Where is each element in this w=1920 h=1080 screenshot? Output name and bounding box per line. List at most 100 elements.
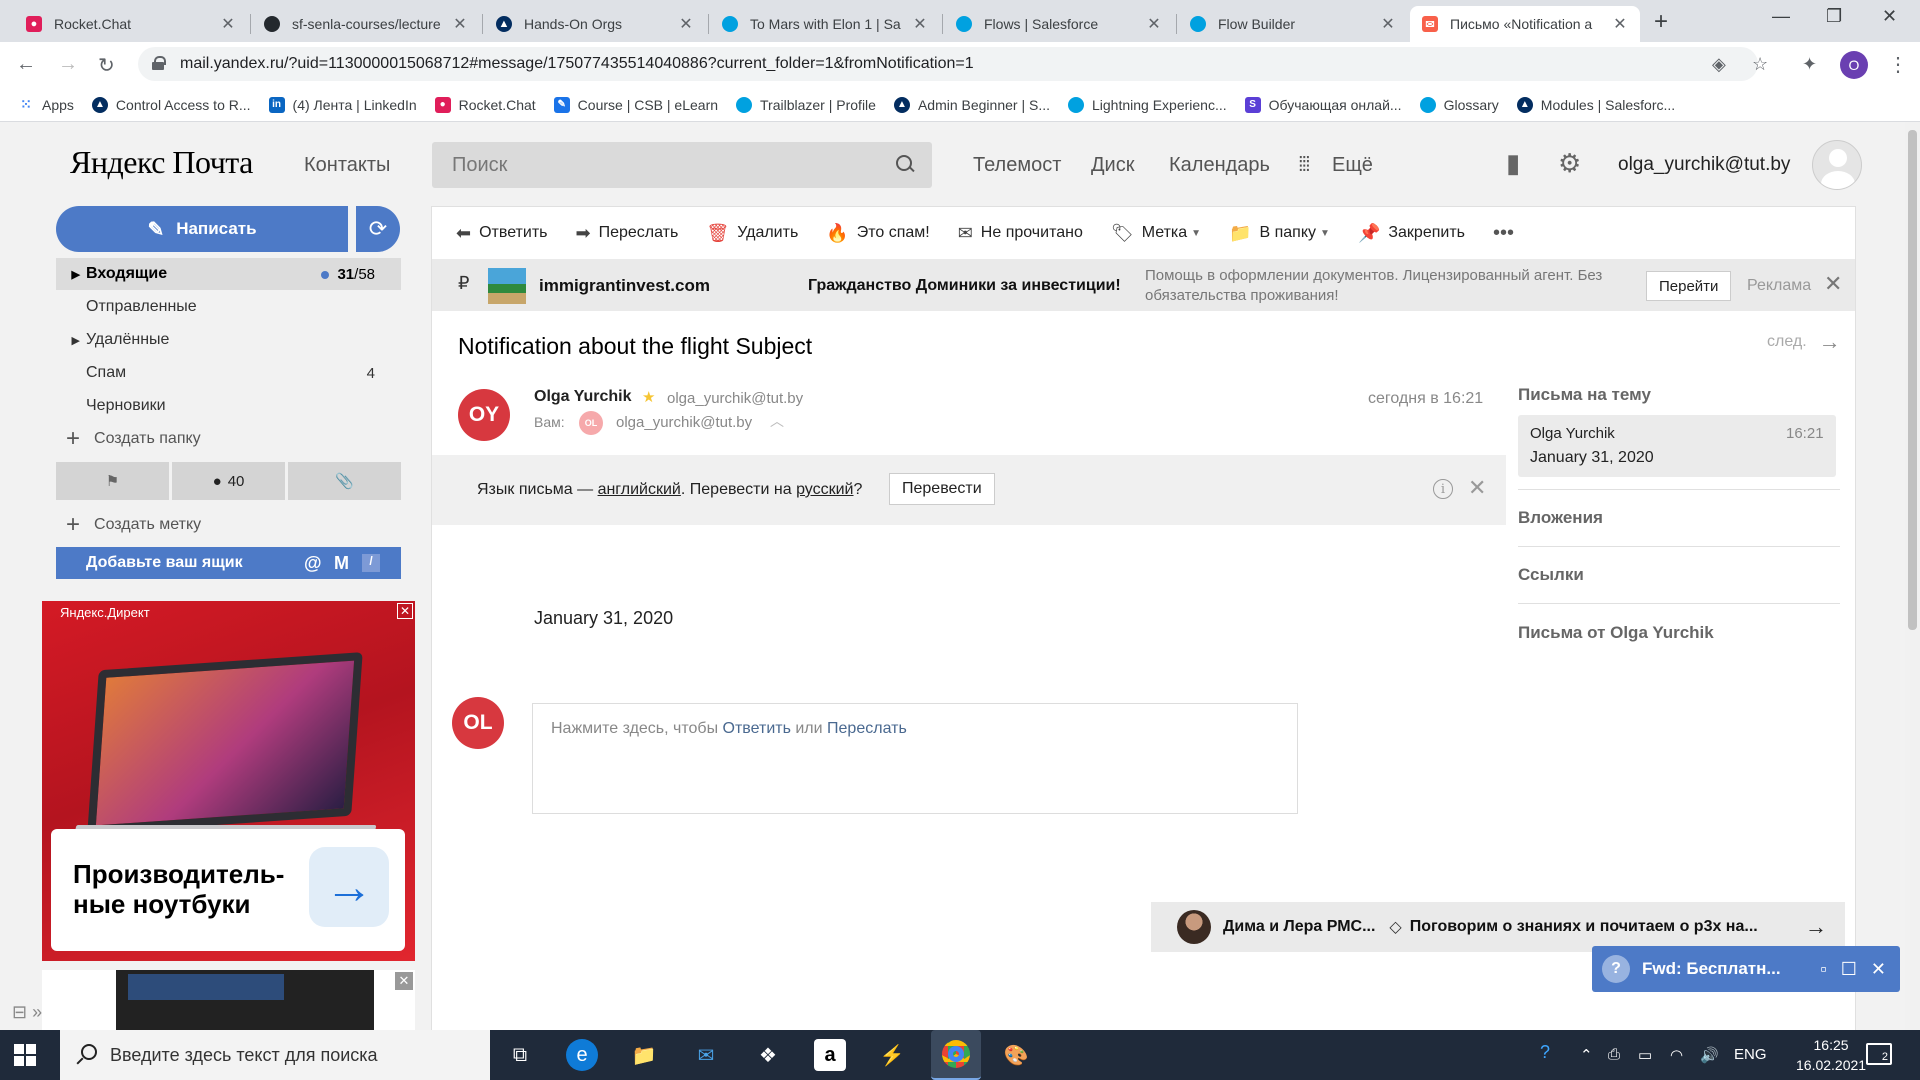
tab-flow-builder[interactable]: Flow Builder ✕ (1178, 6, 1408, 42)
links-section[interactable]: Ссылки (1518, 565, 1840, 585)
bookmark-star-icon[interactable]: ☆ (1752, 54, 1768, 75)
folder-deleted[interactable]: ▶ Удалённые (56, 324, 401, 356)
battery-icon[interactable]: ▭ (1638, 1046, 1652, 1064)
bookmark-item[interactable]: ▲ Control Access to R... (91, 96, 251, 113)
close-icon[interactable]: ✕ (1468, 475, 1486, 501)
folder-spam[interactable]: Спам 4 (56, 357, 401, 389)
windows-start-icon[interactable] (14, 1044, 36, 1066)
sender-messages-section[interactable]: Письма от Olga Yurchik (1518, 623, 1840, 643)
close-icon[interactable]: ✕ (395, 972, 413, 990)
filter-attachments[interactable]: 📎 (288, 462, 401, 500)
refresh-button[interactable]: ⟳ (356, 206, 400, 252)
restore-icon[interactable]: ❐ (1826, 6, 1842, 27)
close-icon[interactable]: ✕ (220, 14, 236, 34)
sidebar-collapse-icon[interactable]: ⊟ » (12, 1002, 42, 1023)
clock[interactable]: 16:25 16.02.2021 (1796, 1035, 1866, 1075)
tab-yandex-mail[interactable]: ✉ Письмо «Notification a ✕ (1410, 6, 1640, 42)
info-icon[interactable]: i (1433, 479, 1453, 499)
avatar[interactable] (1812, 140, 1862, 190)
dropbox-icon[interactable]: ❖ (752, 1039, 784, 1071)
translate-page-icon[interactable]: ◈ (1712, 54, 1726, 75)
nav-calendar[interactable]: Календарь (1169, 154, 1270, 177)
edge-icon[interactable]: e (566, 1039, 598, 1071)
source-language-link[interactable]: английский (598, 481, 681, 498)
forward-icon[interactable]: → (58, 53, 78, 76)
search-icon[interactable] (896, 155, 914, 173)
create-folder-link[interactable]: + Создать папку (66, 425, 201, 453)
compose-button[interactable]: ✎ Написать (56, 206, 348, 252)
bookmark-item[interactable]: ● Rocket.Chat (434, 96, 536, 113)
task-view-icon[interactable]: ⧉ (504, 1039, 536, 1071)
bookmark-item[interactable]: ▲ Modules | Salesforc... (1516, 96, 1675, 113)
bookmark-item[interactable]: S Обучающая онлай... (1244, 96, 1402, 113)
chevron-up-icon[interactable]: ⌃ (1580, 1046, 1593, 1064)
ad-go-button[interactable]: Перейти (1646, 271, 1732, 301)
minimize-icon[interactable]: — (1772, 6, 1790, 27)
forward-link[interactable]: Переслать (827, 720, 907, 737)
more-menu-icon[interactable]: ⋮ (1888, 52, 1908, 77)
back-icon[interactable]: ← (16, 53, 36, 76)
chrome-icon[interactable] (931, 1030, 981, 1080)
close-icon[interactable]: ✕ (1824, 271, 1842, 297)
chevron-up-icon[interactable]: ︿ (770, 411, 784, 431)
reload-icon[interactable]: ↻ (98, 53, 115, 78)
forward-button[interactable]: ➡ Переслать (575, 223, 678, 244)
filter-unread[interactable]: ● 40 (172, 462, 285, 500)
tab-flows[interactable]: Flows | Salesforce ✕ (944, 6, 1174, 42)
new-tab-icon[interactable]: + (1654, 8, 1668, 36)
close-icon[interactable]: ✕ (397, 603, 413, 619)
search-input[interactable]: Поиск (432, 142, 932, 188)
mail-app-icon[interactable]: ✉ (690, 1039, 722, 1071)
delete-button[interactable]: 🗑 Удалить (706, 223, 798, 244)
notifications-icon[interactable]: 2 (1866, 1043, 1892, 1065)
language-indicator[interactable]: ENG (1734, 1046, 1767, 1063)
move-to-folder-button[interactable]: 📁 В папку ▼ (1229, 223, 1330, 244)
nav-more[interactable]: Ещё (1332, 154, 1373, 177)
window-close-icon[interactable]: ✕ (1882, 6, 1897, 27)
tab-to-mars[interactable]: To Mars with Elon 1 | Sa ✕ (710, 6, 940, 42)
extensions-icon[interactable]: ✦ (1802, 54, 1817, 75)
paint-icon[interactable]: 🎨 (1000, 1039, 1032, 1071)
thread-item[interactable]: Olga Yurchik 16:21 January 31, 2020 (1518, 415, 1836, 477)
quick-reply-box[interactable]: Нажмите здесь, чтобы Ответить или Пересл… (532, 703, 1298, 814)
page-scrollbar[interactable] (1905, 122, 1920, 1030)
sender-email[interactable]: olga_yurchik@tut.by (667, 390, 803, 407)
taskbar-search[interactable]: Введите здесь текст для поиска (60, 1030, 490, 1080)
more-actions-icon[interactable]: ••• (1493, 222, 1514, 245)
minimized-draft[interactable]: ? Fwd: Бесплатн... ▫ ☐ ✕ (1592, 946, 1900, 992)
sidebar-ad-2[interactable]: ✕ (42, 970, 415, 1030)
tab-hands-on-orgs[interactable]: ▲ Hands-On Orgs ✕ (484, 6, 706, 42)
recipient-email[interactable]: olga_yurchik@tut.by (616, 414, 752, 431)
label-button[interactable]: 🏷 Метка ▼ (1111, 223, 1201, 244)
filter-flagged[interactable]: ⚑ (56, 462, 169, 500)
amazon-icon[interactable]: a (814, 1039, 846, 1071)
close-icon[interactable]: ✕ (452, 14, 468, 34)
reply-button[interactable]: ⬅ Ответить (456, 223, 547, 244)
expand-icon[interactable]: ▶ (56, 268, 86, 281)
spam-button[interactable]: 🔥 Это спам! (826, 223, 929, 244)
arrow-right-icon[interactable]: → (1805, 914, 1827, 940)
reply-link[interactable]: Ответить (723, 720, 791, 737)
folder-sent[interactable]: Отправленные (56, 291, 401, 323)
mark-unread-button[interactable]: ✉ Не прочитано (958, 223, 1083, 244)
user-email[interactable]: olga_yurchik@tut.by (1618, 154, 1790, 176)
bookmark-item[interactable]: in (4) Лента | LinkedIn (268, 96, 417, 113)
close-icon[interactable]: ✕ (1146, 14, 1162, 34)
bookmark-item[interactable]: Trailblazer | Profile (736, 96, 876, 113)
theme-icon[interactable]: ▮ (1506, 148, 1520, 179)
file-explorer-icon[interactable]: 📁 (628, 1039, 660, 1071)
translate-button[interactable]: Перевести (889, 473, 995, 505)
sidebar-ad[interactable]: Яндекс.Директ ✕ Производитель-ные ноутбу… (42, 601, 415, 961)
tab-github[interactable]: sf-senla-courses/lecture ✕ (252, 6, 480, 42)
yandex-mail-logo[interactable]: Яндекс Почта (70, 144, 253, 181)
wifi-icon[interactable]: ◠ (1670, 1046, 1683, 1064)
expand-icon[interactable]: ▶ (56, 334, 86, 347)
ad-headline[interactable]: Гражданство Доминики за инвестиции! (808, 277, 1121, 295)
ad-card[interactable]: Производитель-ные ноутбуки → (51, 829, 405, 951)
profile-avatar[interactable]: O (1840, 51, 1868, 79)
nav-disk[interactable]: Диск (1091, 154, 1134, 177)
scrollbar-thumb[interactable] (1908, 130, 1917, 630)
tab-rocketchat[interactable]: ● Rocket.Chat ✕ (14, 6, 248, 42)
volume-icon[interactable]: 🔊 (1700, 1046, 1719, 1064)
target-language-link[interactable]: русский (796, 481, 853, 498)
